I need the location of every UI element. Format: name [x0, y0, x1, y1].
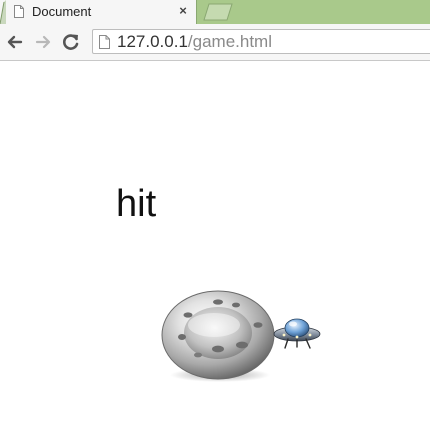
url-text: 127.0.0.1/game.html — [117, 32, 272, 52]
bullseye-disc-icon[interactable] — [160, 285, 276, 385]
close-icon[interactable]: × — [176, 3, 190, 19]
toolbar: 127.0.0.1/game.html — [0, 24, 430, 61]
tab-strip: Document × — [0, 0, 430, 24]
reload-icon[interactable] — [60, 31, 82, 53]
address-bar[interactable]: 127.0.0.1/game.html — [92, 29, 430, 54]
game-status-text: hit — [116, 183, 157, 225]
arrow-right-icon[interactable] — [32, 31, 54, 53]
tab-edge-decoration — [0, 0, 6, 24]
ufo-icon[interactable] — [272, 311, 322, 353]
url-path: /game.html — [187, 32, 272, 51]
new-tab-button[interactable] — [200, 3, 236, 21]
url-host: 127.0.0.1 — [117, 32, 188, 51]
arrow-left-icon[interactable] — [4, 31, 26, 53]
tab-title: Document — [32, 4, 92, 19]
tab-document[interactable]: Document × — [0, 0, 197, 24]
page-icon — [99, 35, 110, 49]
browser-window: Document × 127.0.0.1/game.html hit — [0, 0, 430, 440]
page-icon — [14, 5, 24, 18]
page-content: hit — [0, 61, 430, 440]
